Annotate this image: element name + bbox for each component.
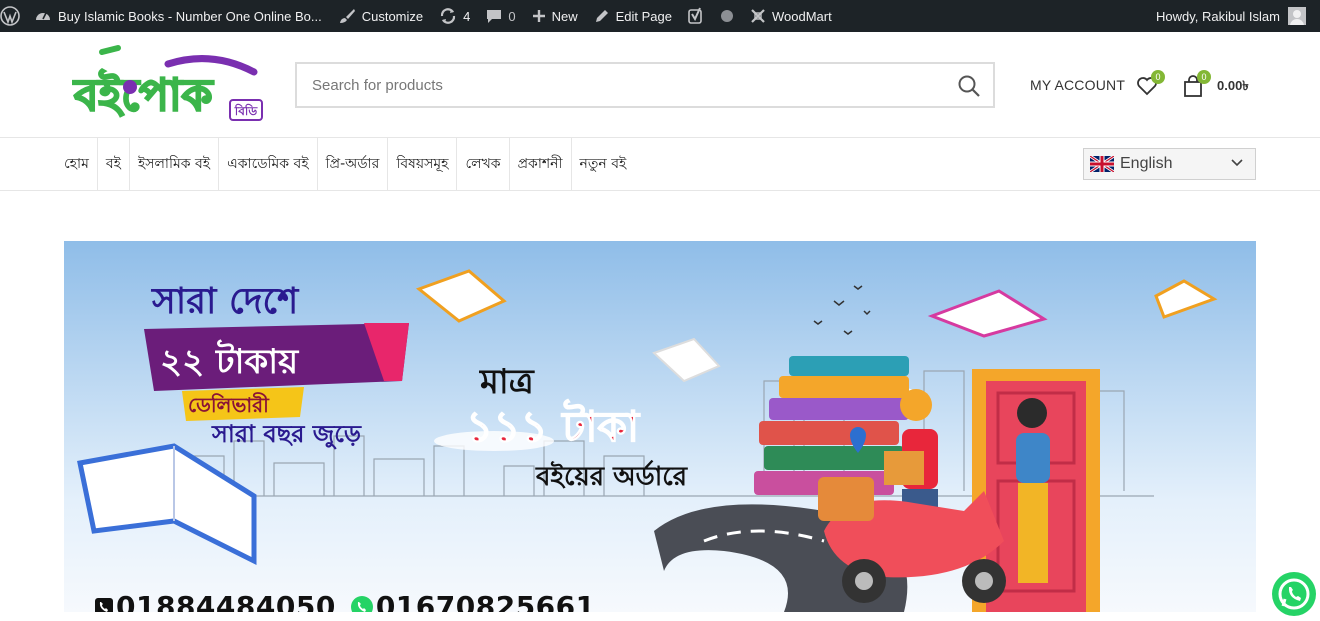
admin-bar: Buy Islamic Books - Number One Online Bo… <box>0 0 1320 32</box>
nav-item-home[interactable]: হোম <box>56 138 98 190</box>
language-label: English <box>1120 155 1173 172</box>
nav-item-subjects[interactable]: বিষয়সমূহ <box>388 138 458 190</box>
wordpress-menu[interactable] <box>0 0 26 32</box>
comments-link[interactable]: 0 <box>478 0 523 32</box>
nav-item-books[interactable]: বই <box>98 138 130 190</box>
updates-link[interactable]: 4 <box>431 0 478 32</box>
brush-icon <box>339 9 355 23</box>
nav-item-publishers[interactable]: প্রকাশনী <box>510 138 572 190</box>
greeting: Howdy, Rakibul Islam <box>1155 8 1280 24</box>
seo-status[interactable] <box>712 0 742 32</box>
whatsapp-small-icon <box>350 595 373 612</box>
pencil-icon <box>595 10 608 22</box>
wishlist-count-badge: 0 <box>1151 70 1165 84</box>
promo-line-1: সারা দেশে <box>150 281 300 322</box>
chevron-down-icon <box>1231 159 1243 167</box>
yoast-icon <box>688 7 702 24</box>
search-box <box>295 62 995 108</box>
logo-text: বইপোক <box>72 69 215 121</box>
wordpress-icon <box>0 6 20 26</box>
logo-sub: বিডি <box>234 103 259 118</box>
plus-icon <box>532 10 545 22</box>
edit-page-link[interactable]: Edit Page <box>586 0 680 32</box>
circle-icon <box>721 10 733 22</box>
phone-number-1[interactable]: 01884484050 <box>116 590 336 612</box>
my-account-link[interactable]: MY ACCOUNT <box>1030 77 1125 93</box>
cart-total[interactable]: 0.00৳ <box>1217 77 1249 98</box>
promo-line-4: সারা বছর জুড়ে <box>211 420 362 450</box>
avatar[interactable] <box>1288 7 1306 25</box>
whatsapp-icon <box>1278 578 1310 610</box>
offer-price: ১১১ টাকা <box>466 399 641 451</box>
main-navigation: হোম বই ইসলামিক বই একাডেমিক বই প্রি-অর্ডা… <box>0 138 1320 191</box>
site-title: Buy Islamic Books - Number One Online Bo… <box>58 8 322 24</box>
nav-item-authors[interactable]: লেখক <box>457 138 510 190</box>
promo-line-3: ডেলিভারী <box>188 392 270 417</box>
woodmart-label: WoodMart <box>772 8 832 24</box>
nav-item-pre-order[interactable]: প্রি-অর্ডার <box>318 138 389 190</box>
language-select[interactable]: English <box>1083 148 1256 180</box>
nav-menu: হোম বই ইসলামিক বই একাডেমিক বই প্রি-অর্ডা… <box>56 138 634 190</box>
customize-label: Customize <box>361 8 424 24</box>
woodmart-icon <box>751 9 765 23</box>
woodmart-link[interactable]: WoodMart <box>742 0 840 32</box>
dashboard-icon <box>36 12 50 20</box>
offer-top: মাত্র <box>479 362 535 402</box>
site-logo[interactable]: বইপোক বিডি <box>71 42 268 128</box>
logo-graphic: বইপোক বিডি <box>71 45 263 122</box>
whatsapp-chat-button[interactable] <box>1272 572 1316 616</box>
yoast-menu[interactable] <box>680 0 712 32</box>
offer-bottom: বইয়ের অর্ডারে <box>535 460 689 492</box>
customize-link[interactable]: Customize <box>330 0 431 32</box>
cart-count-badge: 0 <box>1197 70 1211 84</box>
nav-item-islamic-books[interactable]: ইসলামিক বই <box>130 138 220 190</box>
phone-icon <box>95 597 113 612</box>
new-content-link[interactable]: New <box>524 0 586 32</box>
comment-icon <box>487 10 502 23</box>
updates-count: 4 <box>463 8 471 24</box>
my-account-menu[interactable]: Howdy, Rakibul Islam <box>1156 0 1306 32</box>
banner-art: সারা দেশে ২২ টাকায় ডেলিভারী সারা বছর জু… <box>64 241 1256 612</box>
nav-item-new-books[interactable]: নতুন বই <box>572 138 635 190</box>
search-input[interactable] <box>297 64 937 106</box>
promo-line-2: ২২ টাকায় <box>160 339 300 382</box>
edit-page-label: Edit Page <box>615 8 672 24</box>
search-icon[interactable] <box>957 74 981 98</box>
comments-count: 0 <box>508 8 516 24</box>
phone-number-2[interactable]: 01670825661 <box>376 590 596 612</box>
contact-phones: 01884484050 01670825661 <box>94 590 610 612</box>
site-header: বইপোক বিডি MY ACCOUNT 0 0 0.00৳ <box>0 32 1320 138</box>
refresh-icon <box>441 8 456 24</box>
site-name-link[interactable]: Buy Islamic Books - Number One Online Bo… <box>26 0 330 32</box>
nav-item-academic-books[interactable]: একাডেমিক বই <box>219 138 318 190</box>
new-label: New <box>551 8 578 24</box>
uk-flag-icon <box>1090 156 1114 172</box>
hero-banner[interactable]: সারা দেশে ২২ টাকায় ডেলিভারী সারা বছর জু… <box>64 241 1256 612</box>
